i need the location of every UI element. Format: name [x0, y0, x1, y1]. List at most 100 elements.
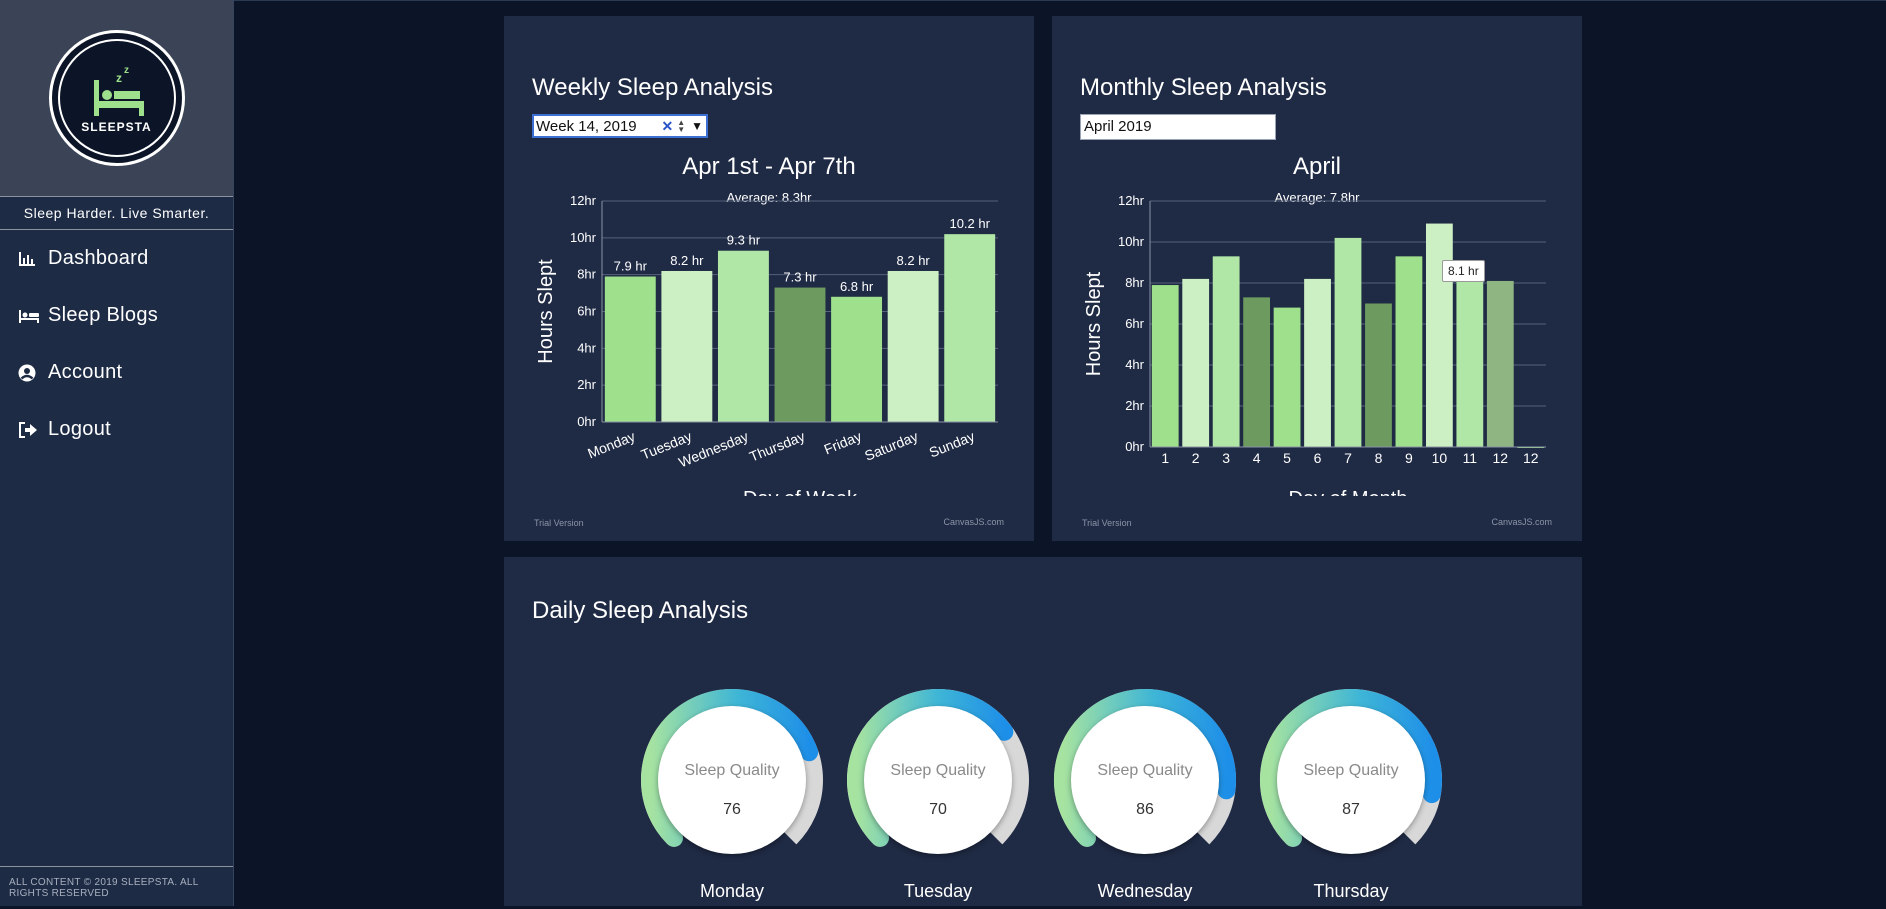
x-tick-label: 8 — [1375, 450, 1383, 466]
x-axis-title: Day of Month — [1289, 488, 1408, 496]
y-axis-title: Hours Slept — [535, 259, 557, 364]
monthly-bar-chart[interactable]: AprilAverage: 7.8hr0hr2hr4hr6hr8hr10hr12… — [1052, 136, 1582, 496]
week-picker-value: Week 14, 2019 — [536, 117, 637, 135]
monthly-panel: Monthly Sleep Analysis April 2019 April A… — [1052, 16, 1582, 541]
gauge-day-label: Thursday — [1313, 881, 1389, 901]
x-tick-label: 1 — [1161, 450, 1169, 466]
trial-version-label: Trial Version — [534, 518, 584, 528]
chart-title: Apr 1st - Apr 7th — [682, 153, 855, 180]
y-tick-label: 10hr — [1118, 234, 1145, 249]
sleep-bed-icon: z z — [93, 65, 144, 116]
canvasjs-credit[interactable]: CanvasJS.com — [1491, 517, 1552, 527]
sleep-quality-gauge: Sleep Quality 76 Monday — [640, 689, 824, 909]
bar — [831, 296, 883, 422]
bar — [1182, 278, 1210, 447]
trial-version-label: Trial Version — [1082, 518, 1132, 528]
bar — [1212, 256, 1240, 447]
x-tick-label: 3 — [1222, 450, 1230, 466]
x-axis-title: Day of Week — [743, 488, 858, 496]
sidebar-item-label: Logout — [48, 418, 111, 440]
bed-icon — [18, 305, 40, 327]
bar-chart-icon — [18, 248, 40, 270]
dropdown-arrow-icon[interactable]: ▼ — [691, 119, 703, 133]
y-tick-label: 4hr — [577, 340, 596, 355]
x-tick-label: Sunday — [927, 428, 977, 461]
gauge-label: Sleep Quality — [684, 762, 780, 779]
gauge-day-label: Monday — [699, 881, 765, 901]
y-tick-label: 8hr — [1125, 275, 1144, 290]
monthly-panel-title: Monthly Sleep Analysis — [1080, 74, 1327, 101]
bar — [944, 234, 996, 422]
daily-panel-title: Daily Sleep Analysis — [532, 597, 749, 624]
bar — [1304, 278, 1331, 447]
gauge-label: Sleep Quality — [1097, 762, 1193, 779]
sidebar-item-label: Dashboard — [48, 247, 149, 269]
chart-subtitle: Average: 8.3hr — [726, 190, 812, 205]
gauge-center — [658, 706, 806, 854]
y-tick-label: 6hr — [1125, 316, 1144, 331]
bar — [774, 287, 826, 422]
y-tick-label: 0hr — [1125, 439, 1144, 454]
y-tick-label: 8hr — [577, 267, 596, 282]
canvasjs-credit[interactable]: CanvasJS.com — [943, 517, 1004, 527]
gauge-center — [1071, 706, 1219, 854]
sidebar: z z SLEEPSTA Sleep Harder. Live Smarter.… — [0, 0, 234, 906]
bar — [717, 250, 769, 422]
sidebar-item-label: Sleep Blogs — [48, 304, 159, 326]
x-tick-label: 6 — [1314, 450, 1322, 466]
x-tick-label: Thursday — [747, 428, 807, 465]
top-divider — [234, 0, 1886, 1]
bar — [1243, 297, 1271, 447]
chart-subtitle: Average: 7.8hr — [1274, 190, 1360, 205]
logo[interactable]: z z SLEEPSTA — [48, 30, 185, 166]
bar — [604, 276, 656, 422]
x-tick-label: Saturday — [862, 428, 920, 464]
data-label: 8.2 hr — [670, 253, 704, 268]
x-tick-label: 9 — [1405, 450, 1413, 466]
bar — [1395, 256, 1423, 447]
bar — [887, 270, 939, 422]
y-tick-label: 10hr — [570, 230, 597, 245]
gauge-center — [1277, 706, 1425, 854]
y-tick-label: 2hr — [1125, 398, 1144, 413]
copyright-line-2: RIGHTS RESERVED — [9, 888, 109, 899]
y-tick-label: 0hr — [577, 414, 596, 429]
gauge-day-label: Tuesday — [903, 881, 973, 901]
week-picker-input[interactable]: Week 14, 2019 ✕ ▲ ▼ ▼ — [532, 114, 708, 138]
y-tick-label: 2hr — [577, 377, 596, 392]
copyright-footer: ALL CONTENT © 2019 SLEEPSTA. ALL RIGHTS … — [0, 866, 233, 906]
weekly-bar-chart[interactable]: Apr 1st - Apr 7th Average: 8.3hr 0hr 2hr 4hr… — [504, 136, 1034, 496]
bar — [1425, 223, 1453, 447]
chart-title: April — [1293, 153, 1341, 180]
data-label: 7.9 hr — [614, 259, 648, 274]
data-label: 9.3 hr — [727, 233, 761, 248]
bar — [1334, 237, 1362, 447]
data-label: 7.3 hr — [783, 270, 817, 285]
gauge-value: 86 — [1136, 801, 1154, 818]
data-label: 6.8 hr — [840, 279, 874, 294]
clear-icon[interactable]: ✕ — [661, 118, 673, 135]
x-tick-label: 12 — [1493, 450, 1509, 466]
x-tick-label: Friday — [822, 428, 864, 457]
x-tick-label: 4 — [1253, 450, 1261, 466]
spinner-icon[interactable]: ▲ ▼ — [677, 119, 685, 134]
bar — [1486, 280, 1514, 447]
bar — [1365, 303, 1392, 447]
sidebar-item-sleep-blogs[interactable]: Sleep Blogs — [0, 287, 233, 344]
gauge-value: 87 — [1342, 801, 1360, 818]
gauge-label: Sleep Quality — [890, 762, 986, 779]
weekly-panel: Weekly Sleep Analysis Week 14, 2019 ✕ ▲ ▼… — [504, 16, 1034, 541]
sidebar-item-logout[interactable]: Logout — [0, 401, 233, 458]
sleep-quality-gauge: Sleep Quality 70 Tuesday — [846, 689, 1030, 909]
bar — [1456, 280, 1484, 447]
gauge-value: 70 — [929, 801, 947, 818]
logo-area: z z SLEEPSTA — [0, 0, 233, 197]
sidebar-item-account[interactable]: Account — [0, 344, 233, 401]
data-label: 10.2 hr — [949, 216, 990, 231]
x-tick-label: Monday — [585, 428, 637, 461]
bar — [661, 270, 713, 422]
y-axis-title: Hours Slept — [1083, 271, 1105, 376]
sidebar-item-dashboard[interactable]: Dashboard — [0, 230, 233, 287]
sleep-quality-gauge: Sleep Quality 87 Thursday — [1259, 689, 1443, 909]
x-tick-label: 2 — [1192, 450, 1200, 466]
